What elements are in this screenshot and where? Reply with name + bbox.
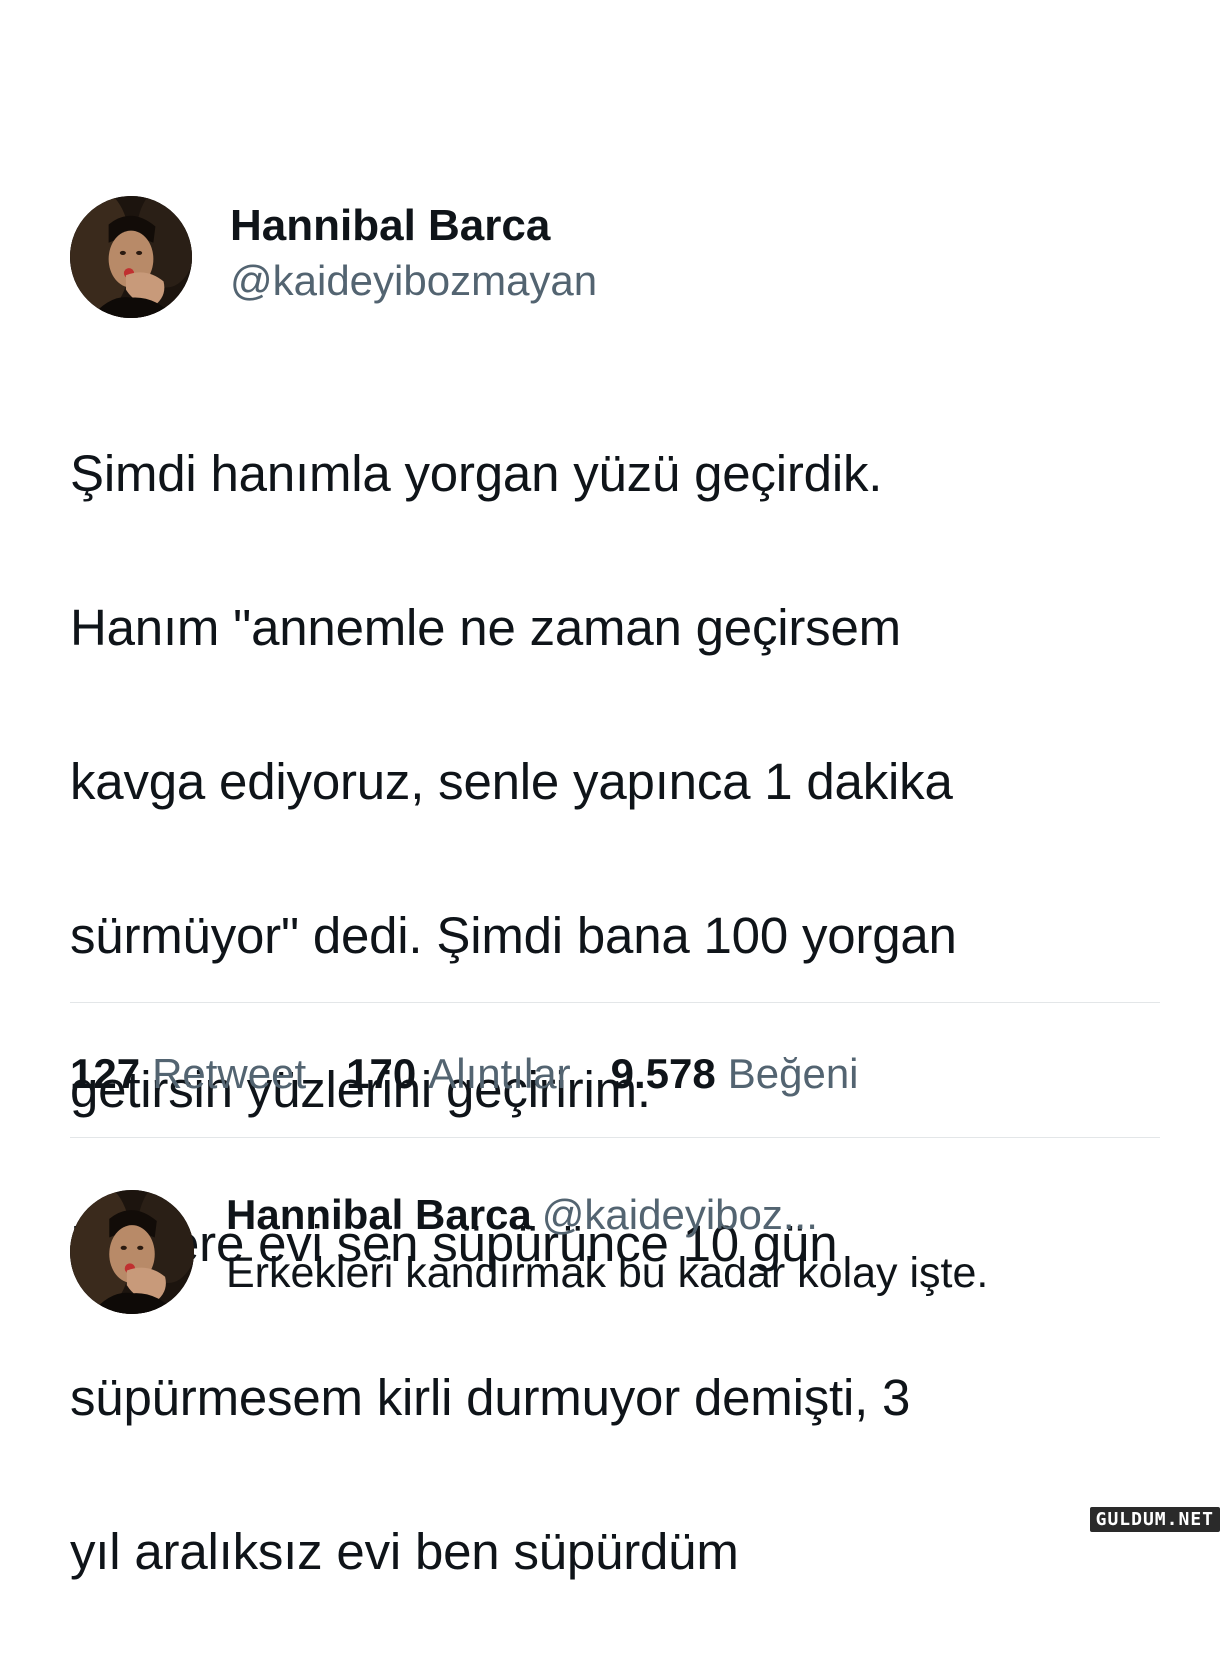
- retweets-count: 127: [70, 1050, 141, 1097]
- reply-avatar[interactable]: [70, 1190, 194, 1314]
- reply-text: Erkekleri kandırmak bu kadar kolay işte.: [226, 1249, 989, 1297]
- tweet-text-line: sürmüyor" dedi. Şimdi bana 100 yorgan: [70, 907, 957, 964]
- main-tweet: Hannibal Barca @kaideyibozmayan Şimdi ha…: [70, 196, 1160, 1667]
- quotes-label: Alıntılar: [428, 1050, 571, 1097]
- tweet-text-line: Hanım "annemle ne zaman geçirsem: [70, 599, 901, 656]
- likes-label: Beğeni: [727, 1050, 859, 1097]
- user-avatar[interactable]: [70, 196, 192, 318]
- user-photo-avatar-icon: [70, 196, 192, 318]
- tweet-header: Hannibal Barca @kaideyibozmayan: [70, 196, 1160, 318]
- reply-content: Hannibal Barca @kaideyiboz... Erkekleri k…: [226, 1188, 988, 1314]
- likes-count: 9.578: [610, 1050, 716, 1097]
- reply-handle[interactable]: @kaideyiboz...: [542, 1191, 818, 1238]
- tweet-author: Hannibal Barca @kaideyibozmayan: [230, 198, 597, 308]
- display-name[interactable]: Hannibal Barca: [230, 198, 597, 254]
- divider-top: [70, 1002, 1160, 1003]
- likes-stat[interactable]: 9.578 Beğeni: [611, 1046, 859, 1102]
- tweet-text-line: süpürmesem kirli durmuyor demişti, 3: [70, 1369, 911, 1426]
- tweet-text-line: yıl aralıksız evi ben süpürdüm: [70, 1523, 739, 1580]
- divider-bottom: [70, 1137, 1160, 1138]
- retweets-label: Retweet: [152, 1050, 307, 1097]
- user-handle[interactable]: @kaideyibozmayan: [230, 254, 597, 308]
- site-watermark: GULDUM.NET: [1089, 1507, 1220, 1532]
- tweet-text-line: kavga ediyoruz, senle yapınca 1 dakika: [70, 753, 953, 810]
- reply-author: Hannibal Barca @kaideyiboz...: [226, 1188, 988, 1242]
- tweet-text: Şimdi hanımla yorgan yüzü geçirdik. Hanı…: [70, 358, 1160, 1667]
- quotes-stat[interactable]: 170 Alıntılar: [346, 1046, 570, 1102]
- tweet-stats: 127 Retweet 170 Alıntılar 9.578 Beğeni: [70, 1046, 859, 1102]
- tweet-text-line: Şimdi hanımla yorgan yüzü geçirdik.: [70, 445, 883, 502]
- reply-tweet[interactable]: Hannibal Barca @kaideyiboz... Erkekleri k…: [70, 1190, 1160, 1314]
- user-photo-avatar-icon: [70, 1190, 194, 1314]
- reply-display-name[interactable]: Hannibal Barca: [226, 1191, 532, 1238]
- retweets-stat[interactable]: 127 Retweet: [70, 1046, 306, 1102]
- quotes-count: 170: [346, 1050, 417, 1097]
